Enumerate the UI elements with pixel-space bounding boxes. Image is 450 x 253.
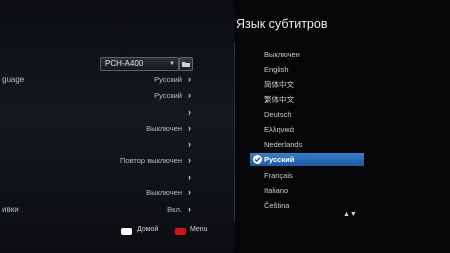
device-dropdown[interactable]: PCH-A400 ▼	[100, 57, 179, 71]
chevron-right-icon[interactable]: ›	[188, 204, 191, 214]
language-option[interactable]: Français	[250, 169, 364, 182]
language-option[interactable]: Italiano	[250, 184, 364, 197]
language-option[interactable]: Ελληνικά	[250, 123, 364, 136]
home-hint[interactable]: Домой	[137, 226, 158, 233]
language-option[interactable]: Выключен	[250, 48, 364, 61]
row-label-language: guage	[2, 75, 25, 84]
language-label: English	[264, 65, 289, 74]
language-option[interactable]: Nederlands	[250, 138, 364, 151]
chevron-right-icon[interactable]: ›	[188, 172, 191, 182]
language-label: Italiano	[264, 186, 289, 195]
row-value-on[interactable]: Вкл.	[167, 205, 182, 214]
chevron-right-icon[interactable]: ›	[188, 107, 191, 117]
row-value-audio-language[interactable]: Русский	[154, 75, 182, 84]
language-option[interactable]: Deutsch	[250, 108, 364, 121]
language-label: 简体中文	[264, 80, 294, 89]
language-label: Deutsch	[264, 110, 292, 119]
device-dropdown-value: PCH-A400	[105, 59, 144, 68]
chevron-right-icon[interactable]: ›	[188, 187, 191, 197]
language-label: Русский	[264, 155, 295, 164]
chevron-down-icon: ▼	[169, 61, 175, 67]
check-icon	[253, 155, 262, 164]
language-label: Выключен	[264, 50, 300, 59]
chevron-right-icon[interactable]: ›	[188, 139, 191, 149]
chevron-right-icon[interactable]: ›	[188, 74, 191, 84]
row-value-subtitle-language[interactable]: Русский	[154, 91, 182, 100]
language-option[interactable]: English	[250, 63, 364, 76]
language-label: Čeština	[264, 201, 290, 210]
scroll-arrows-icon[interactable]: ▲▼	[343, 211, 357, 218]
language-option[interactable]: 繁体中文	[250, 93, 364, 106]
settings-pane	[0, 0, 234, 253]
folder-button[interactable]	[179, 57, 193, 71]
language-option[interactable]: 简体中文	[250, 78, 364, 91]
chevron-right-icon[interactable]: ›	[188, 155, 191, 165]
row-value-setting-off[interactable]: Выключен	[146, 124, 182, 133]
language-label: Nederlands	[264, 140, 303, 149]
language-label: Français	[264, 171, 293, 180]
language-option-selected[interactable]: Русский	[250, 153, 364, 166]
pane-divider	[234, 42, 235, 222]
row-label-partial: ивки	[2, 205, 19, 214]
panel-title: Язык субтитров	[236, 17, 328, 31]
home-key-icon	[121, 228, 132, 235]
folder-icon	[182, 62, 190, 67]
row-value-setting-off-2[interactable]: Выключен	[146, 188, 182, 197]
menu-key-icon	[175, 228, 186, 235]
menu-hint[interactable]: Menu	[190, 226, 208, 233]
chevron-right-icon[interactable]: ›	[188, 90, 191, 100]
language-label: Ελληνικά	[264, 125, 295, 134]
language-label: 繁体中文	[264, 95, 294, 104]
chevron-right-icon[interactable]: ›	[188, 123, 191, 133]
row-value-repeat[interactable]: Повтор выключен	[120, 156, 182, 165]
